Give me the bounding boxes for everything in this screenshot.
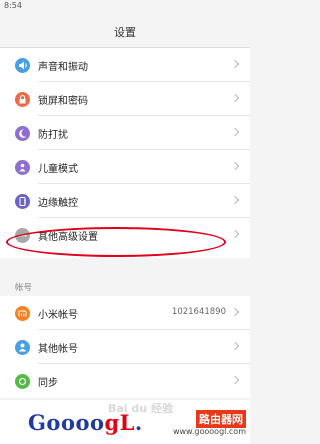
settings-item-child-mode[interactable]: 儿童模式 bbox=[0, 150, 250, 184]
settings-item-sound[interactable]: 声音和振动 bbox=[0, 48, 250, 82]
settings-item-edge-touch[interactable]: 边缘触控 bbox=[0, 184, 250, 218]
moon-icon bbox=[15, 126, 30, 141]
mi-account-icon bbox=[15, 306, 30, 321]
logo-text-part1: Goooo bbox=[28, 410, 105, 435]
logo-text-part2: gL bbox=[104, 410, 135, 435]
settings-item-label: 防打扰 bbox=[38, 130, 68, 141]
settings-item-lock-screen[interactable]: 锁屏和密码 bbox=[0, 82, 250, 116]
settings-item-label: 锁屏和密码 bbox=[38, 96, 88, 107]
section-header-accounts: 帐号 bbox=[15, 283, 33, 293]
settings-item-label: 声音和振动 bbox=[38, 62, 88, 73]
chevron-right-icon bbox=[230, 307, 240, 317]
lock-icon bbox=[15, 92, 30, 107]
chevron-right-icon bbox=[230, 195, 240, 205]
status-time: 8:54 bbox=[4, 1, 22, 10]
chevron-right-icon bbox=[230, 341, 240, 351]
settings-item-label: 儿童模式 bbox=[38, 164, 78, 175]
settings-item-other-accounts[interactable]: 其他帐号 bbox=[0, 330, 250, 364]
account-id-value: 1021641890 bbox=[171, 307, 226, 317]
status-bar: 8:54 bbox=[0, 0, 250, 14]
chevron-right-icon bbox=[230, 127, 240, 137]
chevron-right-icon bbox=[230, 229, 240, 239]
settings-item-sync[interactable]: 同步 bbox=[0, 364, 250, 398]
person-icon bbox=[15, 340, 30, 355]
settings-item-label: 边缘触控 bbox=[38, 198, 78, 209]
title-bar: 设置 bbox=[0, 14, 250, 48]
chevron-right-icon bbox=[230, 375, 240, 385]
settings-item-label: 小米帐号 bbox=[38, 310, 78, 321]
site-url: www.goooogl.com bbox=[172, 427, 246, 436]
settings-item-label: 其他帐号 bbox=[38, 344, 78, 355]
sound-icon bbox=[15, 58, 30, 73]
red-highlight-ellipse bbox=[6, 227, 226, 257]
chevron-right-icon bbox=[230, 161, 240, 171]
logo-text-tail: . bbox=[134, 410, 143, 435]
chevron-right-icon bbox=[230, 59, 240, 69]
sync-icon bbox=[15, 374, 30, 389]
site-name-badge: 路由器网 bbox=[196, 410, 246, 428]
settings-group-accounts: 小米帐号 1021641890 其他帐号 同步 bbox=[0, 296, 250, 398]
child-mode-icon bbox=[15, 160, 30, 175]
settings-item-mi-account[interactable]: 小米帐号 1021641890 bbox=[0, 296, 250, 330]
settings-item-do-not-disturb[interactable]: 防打扰 bbox=[0, 116, 250, 150]
page-title: 设置 bbox=[114, 26, 136, 39]
edge-touch-icon bbox=[15, 194, 30, 209]
chevron-right-icon bbox=[230, 93, 240, 103]
settings-item-label: 同步 bbox=[38, 378, 58, 389]
goooogl-logo: GoooogL. bbox=[28, 410, 143, 435]
